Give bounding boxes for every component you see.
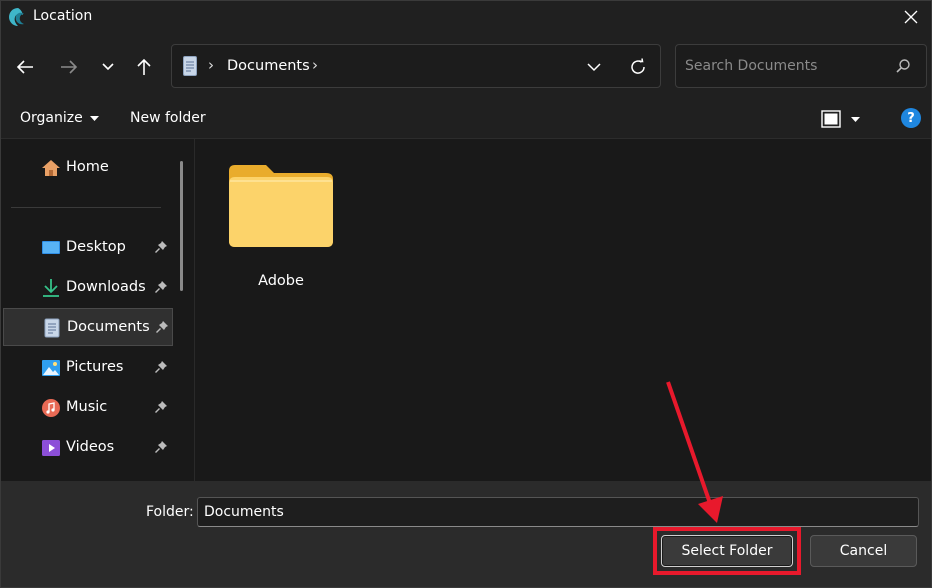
new-folder-button[interactable]: New folder <box>130 110 206 126</box>
folder-name-input[interactable] <box>197 497 919 527</box>
refresh-button[interactable] <box>627 56 649 78</box>
address-bar[interactable]: › Documents › <box>171 44 661 88</box>
sidebar-item-label: Pictures <box>66 359 124 375</box>
title-bar: Location <box>1 1 931 33</box>
search-input[interactable] <box>685 56 885 76</box>
pin-icon[interactable] <box>154 240 168 254</box>
command-bar: Organize New folder ? <box>1 99 931 139</box>
documents-icon <box>44 318 60 338</box>
help-button[interactable]: ? <box>901 108 921 128</box>
sidebar-divider <box>11 207 161 208</box>
organize-label: Organize <box>20 110 83 126</box>
pin-icon[interactable] <box>154 400 168 414</box>
address-dropdown-button[interactable] <box>584 58 604 76</box>
navigation-pane: Home Desktop Downloads Documents Picture… <box>1 139 191 481</box>
pictures-icon <box>42 360 60 376</box>
sidebar-item-label: Desktop <box>66 239 126 255</box>
sidebar-item-home[interactable]: Home <box>3 149 173 187</box>
close-icon <box>904 10 918 24</box>
pin-icon[interactable] <box>155 320 169 334</box>
search-box[interactable] <box>675 44 927 88</box>
videos-icon <box>42 440 60 456</box>
breadcrumb-separator[interactable]: › <box>312 56 318 74</box>
cancel-button[interactable]: Cancel <box>810 535 917 567</box>
recent-locations-button[interactable] <box>94 53 122 81</box>
refresh-icon <box>631 58 645 74</box>
sidebar-item-label: Documents <box>67 319 150 335</box>
arrow-left-icon <box>16 60 33 74</box>
search-icon <box>896 59 910 73</box>
file-dialog: Location › Documents › Search Documents … <box>0 0 932 588</box>
up-button[interactable] <box>130 53 158 81</box>
sidebar-item-label: Downloads <box>66 279 146 295</box>
breadcrumb-separator: › <box>208 56 214 74</box>
arrow-right-icon <box>61 60 78 74</box>
chevron-down-icon <box>587 62 601 71</box>
back-button[interactable] <box>11 53 39 81</box>
caret-down-icon <box>851 116 860 122</box>
folder-item-adobe[interactable]: Adobe <box>222 161 340 301</box>
pin-icon[interactable] <box>154 360 168 374</box>
sidebar-item-pictures[interactable]: Pictures <box>3 349 173 387</box>
sidebar-item-desktop[interactable]: Desktop <box>3 229 173 267</box>
sidebar-item-label: Videos <box>66 439 115 455</box>
sidebar-item-music[interactable]: Music <box>3 389 173 427</box>
organize-menu[interactable]: Organize <box>20 110 99 126</box>
forward-button[interactable] <box>55 53 83 81</box>
breadcrumb-documents[interactable]: Documents <box>227 58 310 74</box>
home-icon <box>42 160 60 176</box>
caret-down-icon <box>89 115 99 121</box>
chevron-down-icon <box>102 63 114 71</box>
file-list: Adobe <box>195 139 931 481</box>
select-folder-button[interactable]: Select Folder <box>661 535 793 567</box>
music-icon <box>42 399 60 417</box>
app-logo-icon <box>9 8 24 26</box>
pin-icon[interactable] <box>154 280 168 294</box>
navigation-bar: › Documents › <box>1 33 931 99</box>
document-icon <box>183 56 197 76</box>
sidebar-item-downloads[interactable]: Downloads <box>3 269 173 307</box>
arrow-up-icon <box>137 58 151 75</box>
desktop-icon <box>42 241 60 254</box>
view-pane-icon <box>821 110 841 128</box>
dialog-footer: Folder: Select Folder Cancel <box>1 481 931 587</box>
download-icon <box>43 279 59 297</box>
sidebar-item-label: Home <box>66 159 109 175</box>
sidebar-item-videos[interactable]: Videos <box>3 429 173 467</box>
folder-item-label: Adobe <box>258 273 304 289</box>
sidebar-scrollbar[interactable] <box>180 161 183 291</box>
window-title: Location <box>33 8 93 24</box>
close-button[interactable] <box>897 3 925 31</box>
folder-icon <box>229 165 333 247</box>
folder-field-label: Folder: <box>146 504 194 520</box>
change-view-button[interactable] <box>821 107 869 131</box>
pin-icon[interactable] <box>154 440 168 454</box>
sidebar-item-documents[interactable]: Documents <box>3 308 173 346</box>
sidebar-item-label: Music <box>66 399 108 415</box>
